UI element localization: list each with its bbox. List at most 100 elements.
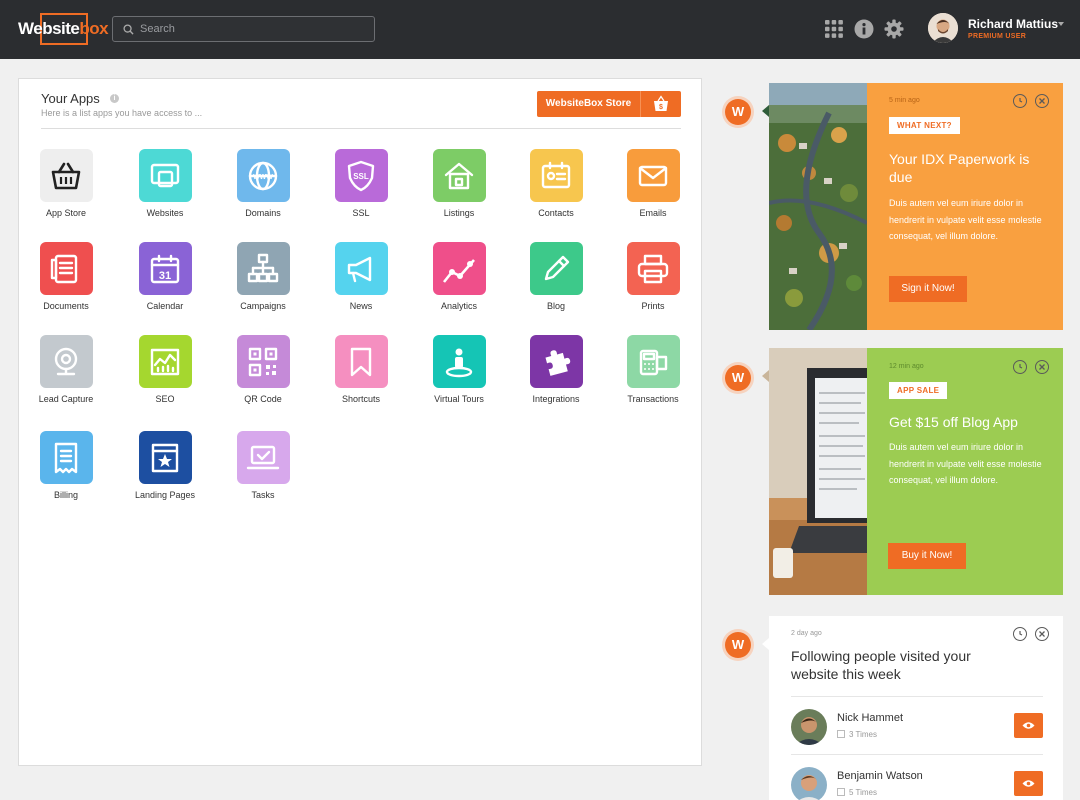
ssl-shield-icon: SSL: [334, 149, 388, 202]
app-label: Lead Capture: [38, 394, 94, 404]
app-tile-campaigns[interactable]: Campaigns: [223, 242, 303, 311]
card-title: Get $15 off Blog App: [889, 414, 1018, 430]
app-tile-ssl[interactable]: SSL SSL: [321, 149, 401, 218]
top-bar: Websitebox Richard Mattius PREMIUM USER: [0, 0, 1080, 59]
app-tile-seo[interactable]: SEO: [125, 335, 205, 404]
gear-icon[interactable]: [884, 19, 904, 39]
check-icon: [837, 788, 845, 796]
divider: [41, 128, 681, 129]
logo[interactable]: Websitebox: [18, 13, 109, 45]
app-tile-analytics[interactable]: Analytics: [419, 242, 499, 311]
avatar: [791, 767, 827, 800]
contact-card-icon: [529, 149, 583, 202]
search-box[interactable]: [112, 16, 375, 42]
house-icon: [432, 149, 486, 202]
search-icon: [123, 23, 134, 35]
card-timestamp: 5 min ago: [889, 97, 920, 104]
documents-icon: [39, 242, 93, 295]
app-label: SSL: [352, 208, 370, 218]
megaphone-icon: [334, 242, 388, 295]
info-icon[interactable]: i: [110, 94, 119, 103]
avatar: [791, 709, 827, 745]
user-menu[interactable]: Richard Mattius PREMIUM USER: [928, 13, 1058, 43]
app-label: Contacts: [538, 208, 574, 218]
app-label: Landing Pages: [134, 490, 196, 500]
app-label: Calendar: [146, 301, 184, 311]
websitebox-store-button[interactable]: WebsiteBox Store $: [537, 91, 681, 117]
cash-register-icon: [626, 335, 680, 388]
app-tile-prints[interactable]: Prints: [613, 242, 693, 311]
buy-it-now-button[interactable]: Buy it Now!: [888, 543, 966, 569]
sign-it-now-button[interactable]: Sign it Now!: [889, 276, 967, 302]
app-label: News: [349, 301, 373, 311]
star-page-icon: [138, 431, 192, 484]
chevron-down-icon[interactable]: [1058, 22, 1064, 26]
card-tag: APP SALE: [889, 382, 948, 399]
apps-panel: Your Apps i Here is a list apps you have…: [18, 78, 702, 766]
close-icon[interactable]: [1035, 94, 1049, 108]
app-label: Integrations: [532, 394, 580, 404]
websitebox-badge-icon: W: [725, 99, 751, 125]
user-role: PREMIUM USER: [968, 32, 1027, 40]
clock-icon[interactable]: [1013, 627, 1027, 641]
clock-icon[interactable]: [1013, 360, 1027, 374]
app-label: Transactions: [627, 394, 679, 404]
app-label: Analytics: [440, 301, 477, 311]
app-tile-emails[interactable]: Emails: [613, 149, 693, 218]
app-label: QR Code: [244, 394, 282, 404]
websites-icon: [138, 149, 192, 202]
view-visitor-button[interactable]: [1014, 771, 1043, 796]
app-label: Campaigns: [240, 301, 286, 311]
app-label: Domains: [245, 208, 281, 218]
close-icon[interactable]: [1035, 627, 1049, 641]
app-tile-listings[interactable]: Listings: [419, 149, 499, 218]
page-subtitle: Here is a list apps you have access to .…: [41, 108, 203, 118]
person-pin-icon: [432, 335, 486, 388]
search-input[interactable]: [140, 23, 360, 35]
card-actions: [1013, 627, 1049, 641]
bookmark-icon: [334, 335, 388, 388]
app-tile-app-store[interactable]: App Store: [26, 149, 106, 218]
app-tile-domains[interactable]: WWW Domains: [223, 149, 303, 218]
app-tile-lead-capture[interactable]: Lead Capture: [26, 335, 106, 404]
app-tile-websites[interactable]: Websites: [125, 149, 205, 218]
shopping-bag-icon: $: [641, 95, 681, 113]
app-tile-transactions[interactable]: Transactions: [613, 335, 693, 404]
close-icon[interactable]: [1035, 360, 1049, 374]
app-tile-qr-code[interactable]: QR Code: [223, 335, 303, 404]
app-tile-contacts[interactable]: Contacts: [516, 149, 596, 218]
app-tile-documents[interactable]: Documents: [26, 242, 106, 311]
app-label: App Store: [45, 208, 87, 218]
app-tile-billing[interactable]: Billing: [26, 431, 106, 500]
app-tile-integrations[interactable]: Integrations: [516, 335, 596, 404]
info-icon[interactable]: [854, 19, 874, 39]
app-tile-virtual-tours[interactable]: Virtual Tours: [419, 335, 499, 404]
notification-card-blog-sale: 12 min ago APP SALE Get $15 off Blog App…: [769, 348, 1063, 595]
card-actions: [1013, 94, 1049, 108]
laptop-check-icon: [236, 431, 290, 484]
app-label: Documents: [43, 301, 89, 311]
page-title: Your Apps: [41, 91, 100, 106]
card-timestamp: 12 min ago: [889, 363, 924, 370]
svg-text:31: 31: [159, 270, 171, 282]
app-tile-tasks[interactable]: Tasks: [223, 431, 303, 500]
app-tile-blog[interactable]: Blog: [516, 242, 596, 311]
svg-text:SSL: SSL: [353, 172, 369, 181]
clock-icon[interactable]: [1013, 94, 1027, 108]
visitors-card: 2 day ago Following people visited your …: [769, 616, 1063, 800]
apps-grid-icon[interactable]: [824, 19, 844, 39]
app-label: SEO: [155, 394, 175, 404]
webcam-icon: [39, 335, 93, 388]
view-visitor-button[interactable]: [1014, 713, 1043, 738]
calendar-icon: 31: [138, 242, 192, 295]
app-label: Virtual Tours: [434, 394, 484, 404]
app-tile-calendar[interactable]: 31 Calendar: [125, 242, 205, 311]
app-tile-shortcuts[interactable]: Shortcuts: [321, 335, 401, 404]
card-body: 12 min ago APP SALE Get $15 off Blog App…: [867, 348, 1063, 595]
app-label: Tasks: [251, 490, 275, 500]
receipt-icon: [39, 431, 93, 484]
card-text: Duis autem vel eum iriure dolor in hendr…: [889, 442, 1042, 485]
app-tile-news[interactable]: News: [321, 242, 401, 311]
card-timestamp: 2 day ago: [791, 630, 822, 637]
app-tile-landing-pages[interactable]: Landing Pages: [125, 431, 205, 500]
